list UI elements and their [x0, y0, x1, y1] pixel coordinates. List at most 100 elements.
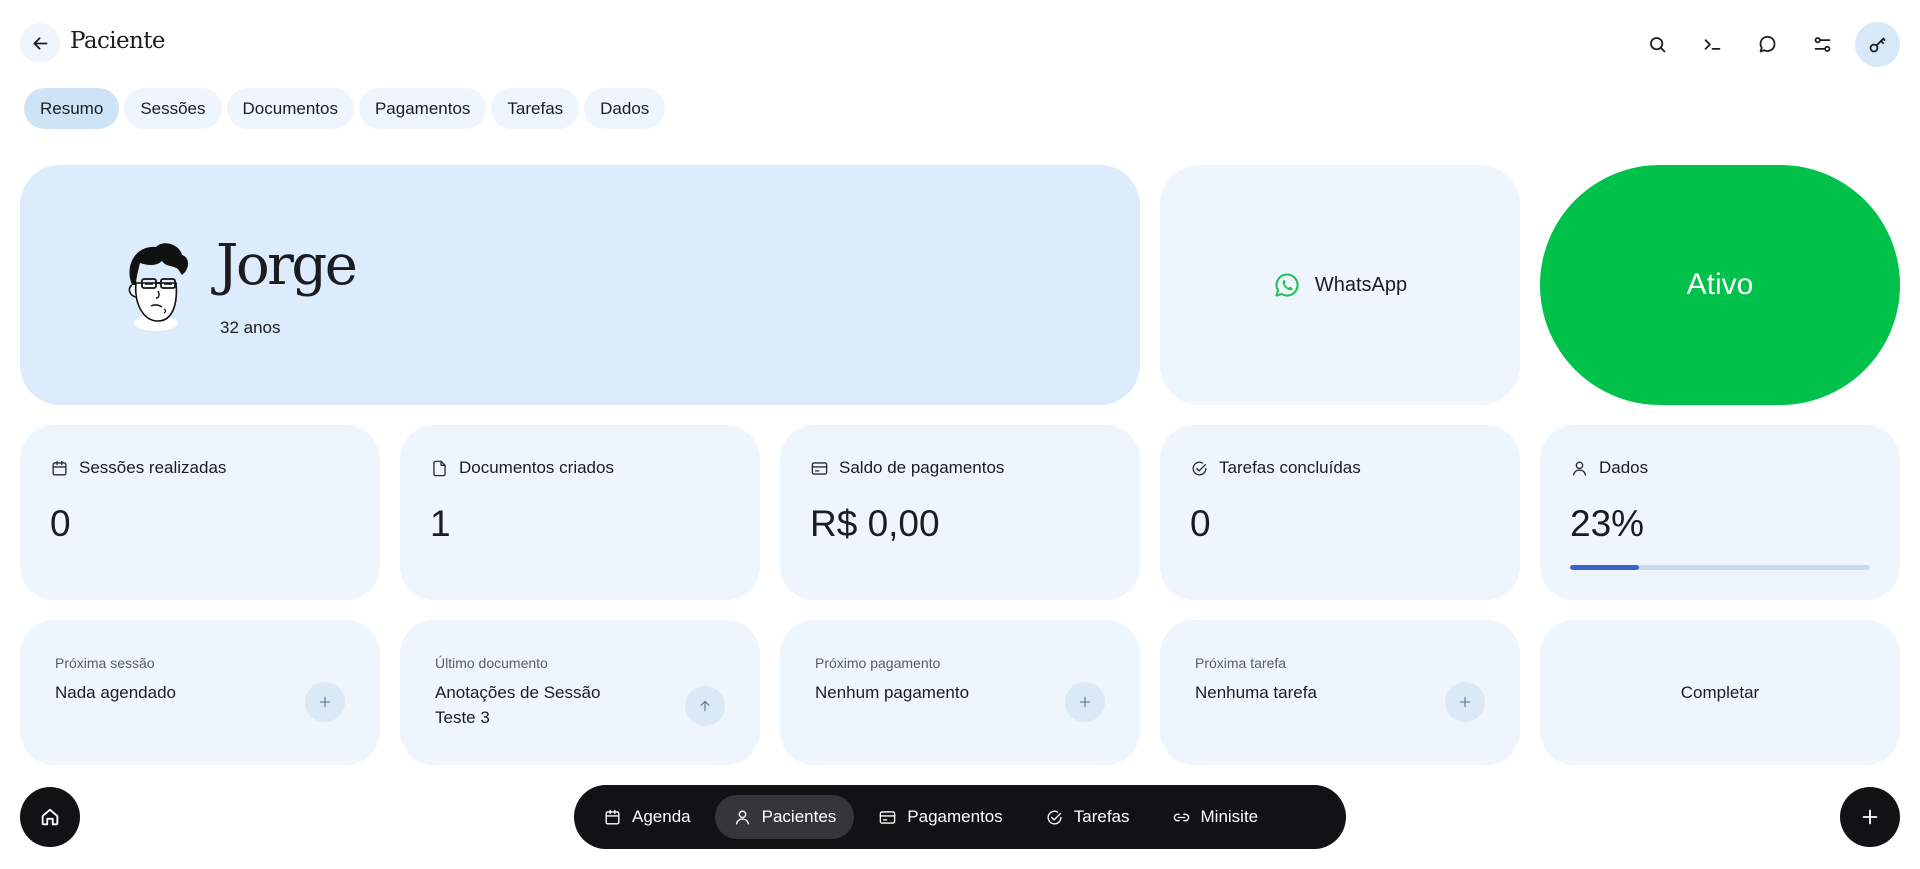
search-icon	[1650, 37, 1666, 53]
home-button[interactable]	[20, 787, 80, 847]
nav-minisite[interactable]: Minisite	[1154, 795, 1277, 839]
avatar[interactable]	[106, 235, 206, 335]
link-icon	[1173, 813, 1189, 821]
terminal-icon	[1704, 39, 1721, 50]
complete-profile-button[interactable]: Completar	[1540, 620, 1900, 765]
document-icon	[433, 460, 446, 476]
calendar-icon	[52, 460, 67, 476]
nav-label: Pacientes	[761, 807, 837, 826]
next-task-value: Nenhuma tarefa	[1195, 683, 1317, 702]
add-task-button[interactable]	[1445, 682, 1485, 722]
patient-name: Jorge	[216, 233, 358, 298]
stat-card-documentos[interactable]: Documentos criados 1	[400, 425, 760, 600]
stat-header: Sessões realizadas	[50, 458, 226, 478]
tab-sessoes[interactable]: Sessões	[124, 88, 222, 129]
profile-progress-bar	[1570, 565, 1870, 570]
stat-header: Tarefas concluídas	[1190, 458, 1361, 478]
last-document-label: Último documento	[435, 655, 548, 671]
key-icon	[1869, 37, 1886, 53]
nav-label: Agenda	[632, 807, 691, 826]
next-task-card[interactable]: Próxima tarefa Nenhuma tarefa	[1160, 620, 1520, 765]
last-document-value: Anotações de Sessão Teste 3	[435, 683, 601, 728]
credit-card-icon	[811, 461, 828, 475]
next-session-value: Nada agendado	[55, 683, 177, 702]
plus-icon	[1459, 696, 1471, 708]
calendar-icon	[605, 809, 620, 825]
stat-card-dados[interactable]: Dados 23%	[1540, 425, 1900, 600]
open-document-button[interactable]	[685, 686, 725, 726]
stat-label: Dados	[1599, 458, 1649, 477]
access-key-button[interactable]	[1855, 22, 1900, 67]
bottom-nav: Agenda Pacientes Pagamentos Tarefas Mini…	[574, 785, 1346, 849]
nav-agenda[interactable]: Agenda	[585, 795, 709, 839]
tab-dados[interactable]: Dados	[584, 88, 666, 129]
complete-label: Completar	[1680, 682, 1760, 702]
status-badge[interactable]: Ativo	[1540, 165, 1900, 405]
nav-label: Tarefas	[1073, 807, 1130, 826]
top-actions	[1635, 22, 1900, 67]
nav-pagamentos[interactable]: Pagamentos	[860, 795, 1020, 839]
stat-label: Tarefas concluídas	[1219, 458, 1361, 477]
check-circle-icon	[1192, 461, 1207, 476]
next-payment-card[interactable]: Próximo pagamento Nenhum pagamento	[780, 620, 1140, 765]
plus-icon	[1079, 696, 1091, 708]
search-button[interactable]	[1635, 22, 1680, 67]
nav-pacientes[interactable]: Pacientes	[714, 795, 855, 839]
arrow-left-icon	[33, 36, 47, 50]
nav-tarefas[interactable]: Tarefas	[1027, 795, 1148, 839]
nav-label: Minisite	[1200, 807, 1259, 826]
stat-value: 1	[430, 503, 451, 544]
whatsapp-button[interactable]: WhatsApp	[1160, 165, 1520, 405]
tab-pagamentos[interactable]: Pagamentos	[358, 88, 487, 129]
profile-progress-fill	[1570, 565, 1639, 570]
patient-age: 32 anos	[220, 318, 281, 337]
plus-icon	[319, 696, 331, 708]
stat-label: Sessões realizadas	[79, 458, 227, 477]
add-payment-button[interactable]	[1065, 682, 1105, 722]
nav-label: Pagamentos	[907, 807, 1003, 826]
tab-tarefas[interactable]: Tarefas	[491, 88, 580, 129]
next-task-label: Próxima tarefa	[1195, 655, 1287, 671]
chat-icon	[1759, 35, 1776, 53]
terminal-button[interactable]	[1690, 22, 1735, 67]
stat-header: Documentos criados	[430, 458, 614, 478]
stat-card-pagamentos[interactable]: Saldo de pagamentos R$ 0,00	[780, 425, 1140, 600]
user-icon	[1572, 460, 1587, 476]
add-session-button[interactable]	[305, 682, 345, 722]
credit-card-icon	[879, 810, 896, 824]
user-icon	[735, 809, 749, 825]
home-icon	[41, 808, 59, 826]
stat-card-tarefas[interactable]: Tarefas concluídas 0	[1160, 425, 1520, 600]
stat-label: Saldo de pagamentos	[839, 458, 1005, 477]
next-payment-value: Nenhum pagamento	[815, 683, 970, 702]
stat-card-sessoes[interactable]: Sessões realizadas 0	[20, 425, 380, 600]
tab-bar: Resumo Sessões Documentos Pagamentos Tar…	[24, 88, 666, 129]
filters-button[interactable]	[1800, 22, 1845, 67]
stat-value: 0	[50, 503, 71, 544]
whatsapp-icon	[1275, 273, 1299, 297]
status-label: Ativo	[1686, 268, 1754, 301]
whatsapp-label: WhatsApp	[1314, 273, 1408, 296]
stat-value: 0	[1190, 503, 1211, 544]
last-document-card[interactable]: Último documento Anotações de Sessão Tes…	[400, 620, 760, 765]
stat-label: Documentos criados	[459, 458, 614, 477]
next-session-card[interactable]: Próxima sessão Nada agendado	[20, 620, 380, 765]
plus-icon	[1862, 809, 1878, 825]
add-button[interactable]	[1840, 787, 1900, 847]
patient-card: Jorge 32 anos	[20, 165, 1140, 405]
top-bar: Paciente	[20, 22, 1900, 67]
check-circle-icon	[1047, 810, 1062, 825]
stat-header: Saldo de pagamentos	[810, 458, 1004, 478]
chat-button[interactable]	[1745, 22, 1790, 67]
next-session-label: Próxima sessão	[55, 655, 155, 671]
tab-documentos[interactable]: Documentos	[226, 88, 354, 129]
tab-resumo[interactable]: Resumo	[24, 88, 120, 129]
back-button[interactable]	[20, 23, 60, 63]
arrow-up-icon	[700, 700, 710, 712]
avatar-illustration	[128, 243, 188, 331]
stat-value: R$ 0,00	[810, 503, 940, 544]
next-payment-label: Próximo pagamento	[815, 655, 941, 671]
stat-value: 23%	[1570, 503, 1645, 544]
page-title: Paciente	[70, 28, 165, 54]
stat-header: Dados	[1570, 458, 1648, 478]
